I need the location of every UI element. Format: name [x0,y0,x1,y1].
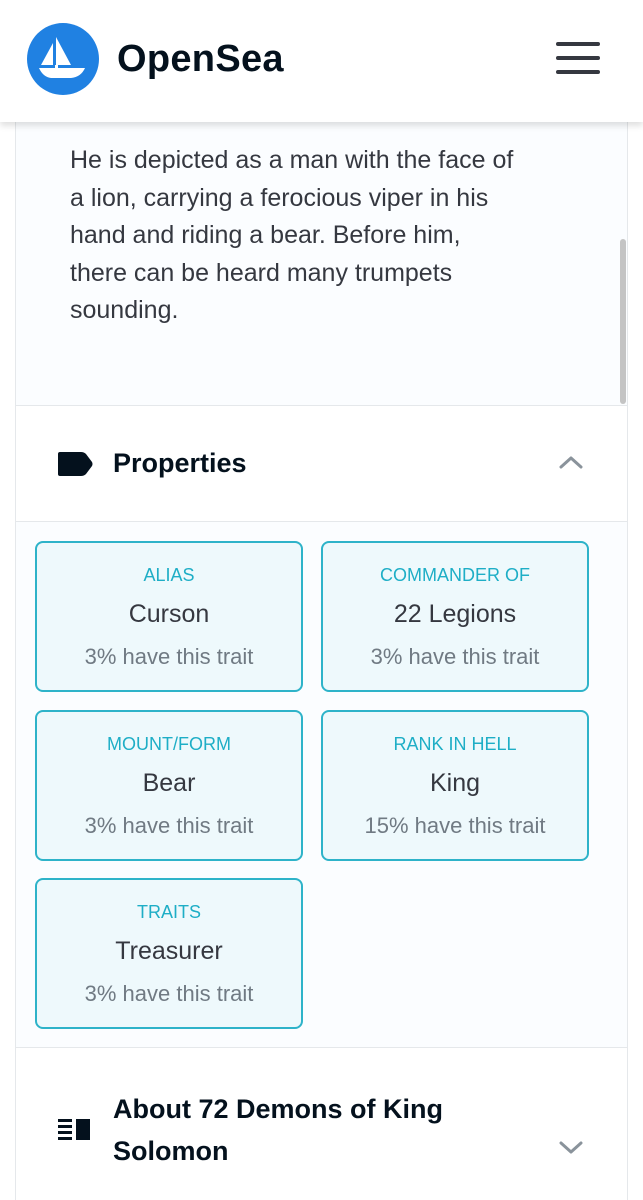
chevron-up-icon[interactable] [556,452,586,477]
trait-value: King [429,769,481,797]
description-scrollbar[interactable] [620,239,626,404]
about-collection-title: About 72 Demons of King Solomon [113,1094,443,1166]
trait-rarity: 3% have this trait [84,813,254,838]
tag-icon [57,450,93,483]
top-nav-bar: OpenSea [0,0,643,122]
hamburger-menu-icon[interactable] [552,38,604,78]
list-detail-icon [57,1116,93,1149]
trait-card-commander-of[interactable]: COMMANDER OF 22 Legions 3% have this tra… [321,541,589,692]
item-detail-card: He is depicted as a man with the face of… [15,122,628,1200]
trait-card-rank-in-hell[interactable]: RANK IN HELL King 15% have this trait [321,710,589,861]
description-panel: He is depicted as a man with the face of… [16,122,627,406]
trait-card-alias[interactable]: ALIAS Curson 3% have this trait [35,541,303,692]
trait-rarity: 3% have this trait [370,644,540,669]
trait-type: ALIAS [143,565,195,585]
description-text: He is depicted as a man with the face of… [70,146,514,324]
trait-value: Treasurer [115,937,223,965]
trait-rarity: 15% have this trait [364,813,546,838]
properties-grid: ALIAS Curson 3% have this trait COMMANDE… [16,522,627,1048]
trait-type: MOUNT/FORM [107,734,231,754]
trait-type: RANK IN HELL [393,734,517,754]
trait-card-traits[interactable]: TRAITS Treasurer 3% have this trait [35,878,303,1029]
trait-rarity: 3% have this trait [84,981,254,1006]
opensea-logo-icon[interactable] [27,23,99,95]
trait-value: Bear [142,769,196,797]
brand-name[interactable]: OpenSea [117,38,284,81]
chevron-down-icon[interactable] [556,1138,586,1163]
properties-accordion-header[interactable]: Properties [16,406,627,522]
trait-card-mount-form[interactable]: MOUNT/FORM Bear 3% have this trait [35,710,303,861]
about-collection-accordion-header[interactable]: About 72 Demons of King Solomon [16,1048,627,1200]
trait-type: TRAITS [136,902,201,922]
trait-value: Curson [128,600,210,628]
trait-value: 22 Legions [393,600,517,628]
trait-type: COMMANDER OF [380,565,530,585]
properties-title: Properties [113,448,247,478]
trait-rarity: 3% have this trait [84,644,254,669]
